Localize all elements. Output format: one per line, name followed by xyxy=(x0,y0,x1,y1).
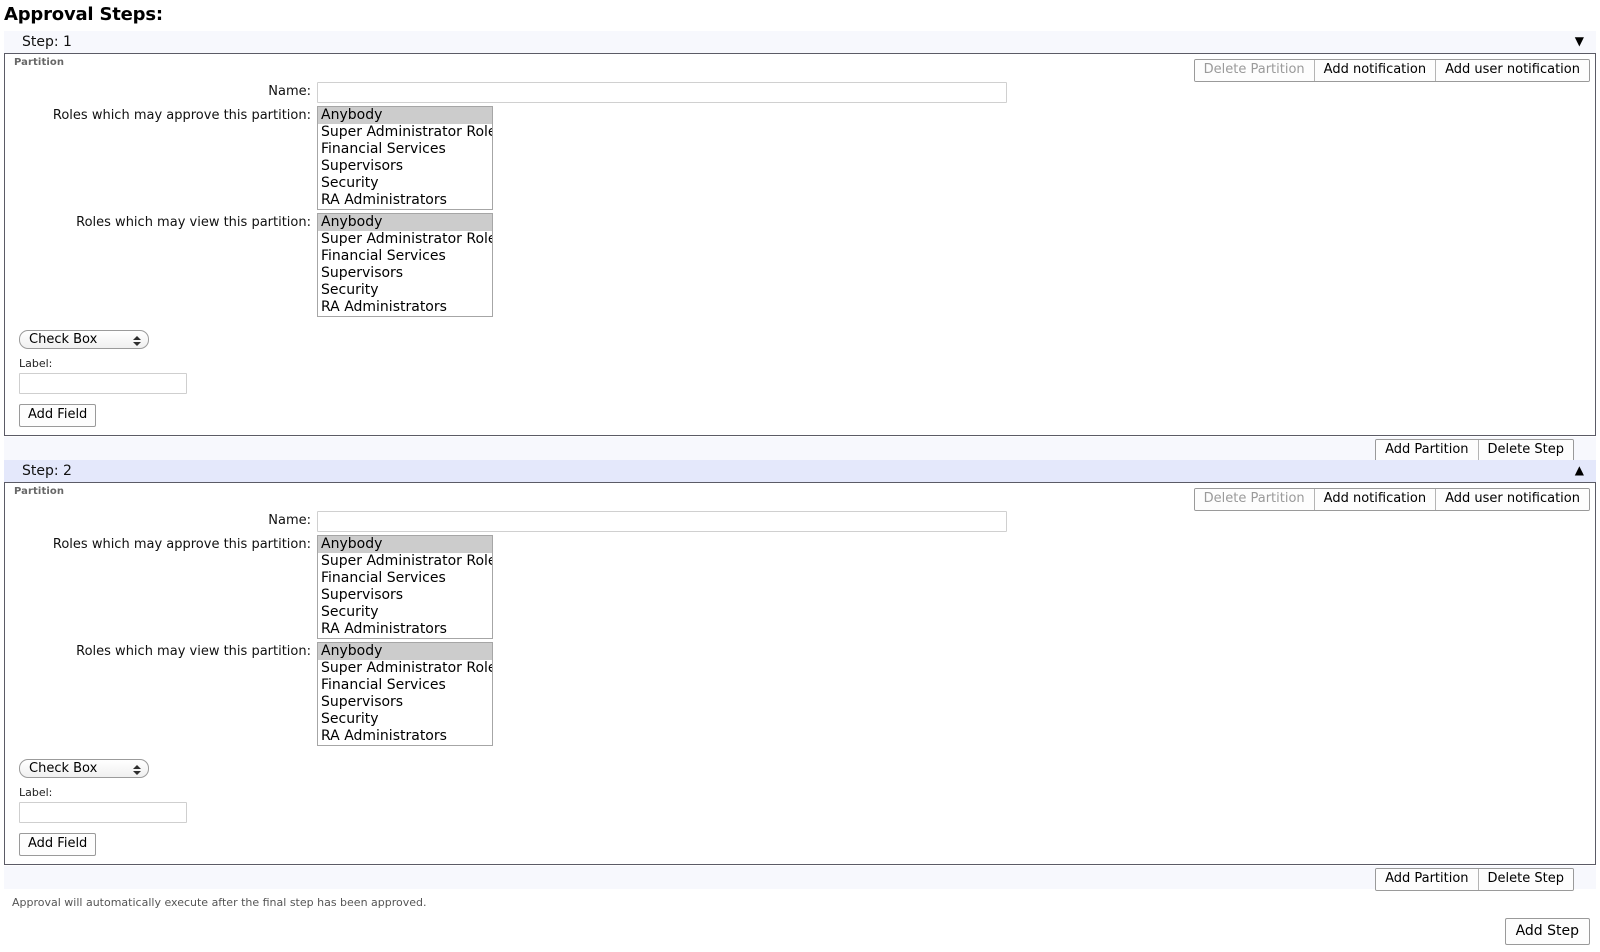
partition-actions-2: Delete Partition Add notification Add us… xyxy=(1193,488,1590,511)
role-option[interactable]: RA Administrators xyxy=(318,192,492,209)
name-label: Name: xyxy=(268,513,311,528)
view-roles-row-1: Roles which may view this partition: Any… xyxy=(5,213,1595,317)
approve-roles-row-1: Roles which may approve this partition: … xyxy=(5,106,1595,210)
role-option[interactable]: Security xyxy=(318,711,492,728)
add-step-button[interactable]: Add Step xyxy=(1504,918,1590,945)
role-option[interactable]: Anybody xyxy=(318,643,492,660)
field-type-select[interactable]: Check Box xyxy=(19,330,149,349)
step-title-2: Step: 2 xyxy=(22,463,72,479)
delete-partition-button[interactable]: Delete Partition xyxy=(1194,489,1315,510)
stepper-arrows-icon xyxy=(132,331,141,348)
step-title-1: Step: 1 xyxy=(22,34,72,50)
approve-roles-label: Roles which may approve this partition: xyxy=(52,108,311,123)
add-partition-button[interactable]: Add Partition xyxy=(1376,869,1479,890)
role-option[interactable]: Supervisors xyxy=(318,158,492,175)
role-option[interactable]: Anybody xyxy=(318,536,492,553)
role-option[interactable]: Financial Services xyxy=(318,677,492,694)
role-option[interactable]: Super Administrator Role xyxy=(318,124,492,141)
step-footer-1: Add Partition Delete Step xyxy=(4,436,1596,462)
field-type-select[interactable]: Check Box xyxy=(19,759,149,778)
field-label-caption: Label: xyxy=(19,786,53,799)
field-label-input[interactable] xyxy=(19,373,187,394)
role-option[interactable]: Security xyxy=(318,282,492,299)
role-option[interactable]: RA Administrators xyxy=(318,621,492,638)
role-option[interactable]: Supervisors xyxy=(318,694,492,711)
field-adder-1: Check Box Label: Add Field xyxy=(5,320,1595,427)
chevron-up-icon[interactable]: ▲ xyxy=(1575,460,1584,482)
step-actions-1: Add Partition Delete Step xyxy=(1375,439,1574,462)
role-option[interactable]: Super Administrator Role xyxy=(318,231,492,248)
field-label-input[interactable] xyxy=(19,802,187,823)
add-notification-button[interactable]: Add notification xyxy=(1314,489,1437,510)
step-block-1: Step: 1 ▼ Partition Delete Partition Add… xyxy=(4,31,1596,462)
step-footer-2: Add Partition Delete Step xyxy=(4,865,1596,891)
add-field-wrap-2: Add Field xyxy=(19,832,1595,856)
role-option[interactable]: Anybody xyxy=(318,214,492,231)
approve-roles-label: Roles which may approve this partition: xyxy=(52,537,311,552)
field-label-caption: Label: xyxy=(19,357,53,370)
approve-roles-listbox-1[interactable]: Anybody Super Administrator Role Financial… xyxy=(317,106,493,210)
role-option[interactable]: Supervisors xyxy=(318,265,492,282)
role-option[interactable]: Anybody xyxy=(318,107,492,124)
approve-roles-listbox-2[interactable]: Anybody Super Administrator Role Financial… xyxy=(317,535,493,639)
add-notification-button[interactable]: Add notification xyxy=(1314,60,1437,81)
partition-1: Partition Delete Partition Add notificat… xyxy=(4,53,1596,436)
step-block-2: Step: 2 ▲ Partition Delete Partition Add… xyxy=(4,460,1596,891)
approve-roles-row-2: Roles which may approve this partition: … xyxy=(5,535,1595,639)
field-adder-2: Check Box Label: Add Field xyxy=(5,749,1595,856)
partition-actions-1: Delete Partition Add notification Add us… xyxy=(1193,59,1590,82)
delete-partition-button[interactable]: Delete Partition xyxy=(1194,60,1315,81)
role-option[interactable]: Security xyxy=(318,175,492,192)
partition-form-1: Name: Roles which may approve this parti… xyxy=(5,60,1595,317)
add-field-button[interactable]: Add Field xyxy=(19,833,97,856)
name-row-1: Name: xyxy=(5,82,1595,103)
chevron-down-icon[interactable]: ▼ xyxy=(1575,31,1584,53)
add-user-notification-button[interactable]: Add user notification xyxy=(1436,60,1589,81)
partition-2: Partition Delete Partition Add notificat… xyxy=(4,482,1596,865)
view-roles-label: Roles which may view this partition: xyxy=(76,215,311,230)
role-option[interactable]: RA Administrators xyxy=(318,728,492,745)
partition-form-2: Name: Roles which may approve this parti… xyxy=(5,489,1595,746)
name-label: Name: xyxy=(268,84,311,99)
partition-legend-1: Partition xyxy=(14,57,65,68)
role-option[interactable]: Financial Services xyxy=(318,570,492,587)
partition-legend-2: Partition xyxy=(14,486,65,497)
approval-note: Approval will automatically execute afte… xyxy=(12,896,427,909)
approval-steps-page: Approval Steps: Step: 1 ▼ Partition Dele… xyxy=(0,4,1600,952)
role-option[interactable]: Security xyxy=(318,604,492,621)
role-option[interactable]: Super Administrator Role xyxy=(318,660,492,677)
role-option[interactable]: RA Administrators xyxy=(318,299,492,316)
delete-step-button[interactable]: Delete Step xyxy=(1478,869,1573,890)
partition-name-input[interactable] xyxy=(317,82,1007,103)
add-user-notification-button[interactable]: Add user notification xyxy=(1436,489,1589,510)
delete-step-button[interactable]: Delete Step xyxy=(1478,440,1573,461)
field-type-selected-value: Check Box xyxy=(29,761,98,776)
role-option[interactable]: Financial Services xyxy=(318,141,492,158)
stepper-arrows-icon xyxy=(132,760,141,777)
step-header-1[interactable]: Step: 1 ▼ xyxy=(4,31,1596,53)
add-field-button[interactable]: Add Field xyxy=(19,404,97,427)
add-partition-button[interactable]: Add Partition xyxy=(1376,440,1479,461)
view-roles-label: Roles which may view this partition: xyxy=(76,644,311,659)
role-option[interactable]: Financial Services xyxy=(318,248,492,265)
name-row-2: Name: xyxy=(5,511,1595,532)
add-step-row: Add Step xyxy=(0,918,1600,952)
partition-name-input[interactable] xyxy=(317,511,1007,532)
step-header-2[interactable]: Step: 2 ▲ xyxy=(4,460,1596,482)
page-title: Approval Steps: xyxy=(4,4,163,25)
view-roles-listbox-2[interactable]: Anybody Super Administrator Role Financial… xyxy=(317,642,493,746)
role-option[interactable]: Supervisors xyxy=(318,587,492,604)
view-roles-row-2: Roles which may view this partition: Any… xyxy=(5,642,1595,746)
view-roles-listbox-1[interactable]: Anybody Super Administrator Role Financial… xyxy=(317,213,493,317)
add-field-wrap-1: Add Field xyxy=(19,403,1595,427)
field-type-selected-value: Check Box xyxy=(29,332,98,347)
role-option[interactable]: Super Administrator Role xyxy=(318,553,492,570)
